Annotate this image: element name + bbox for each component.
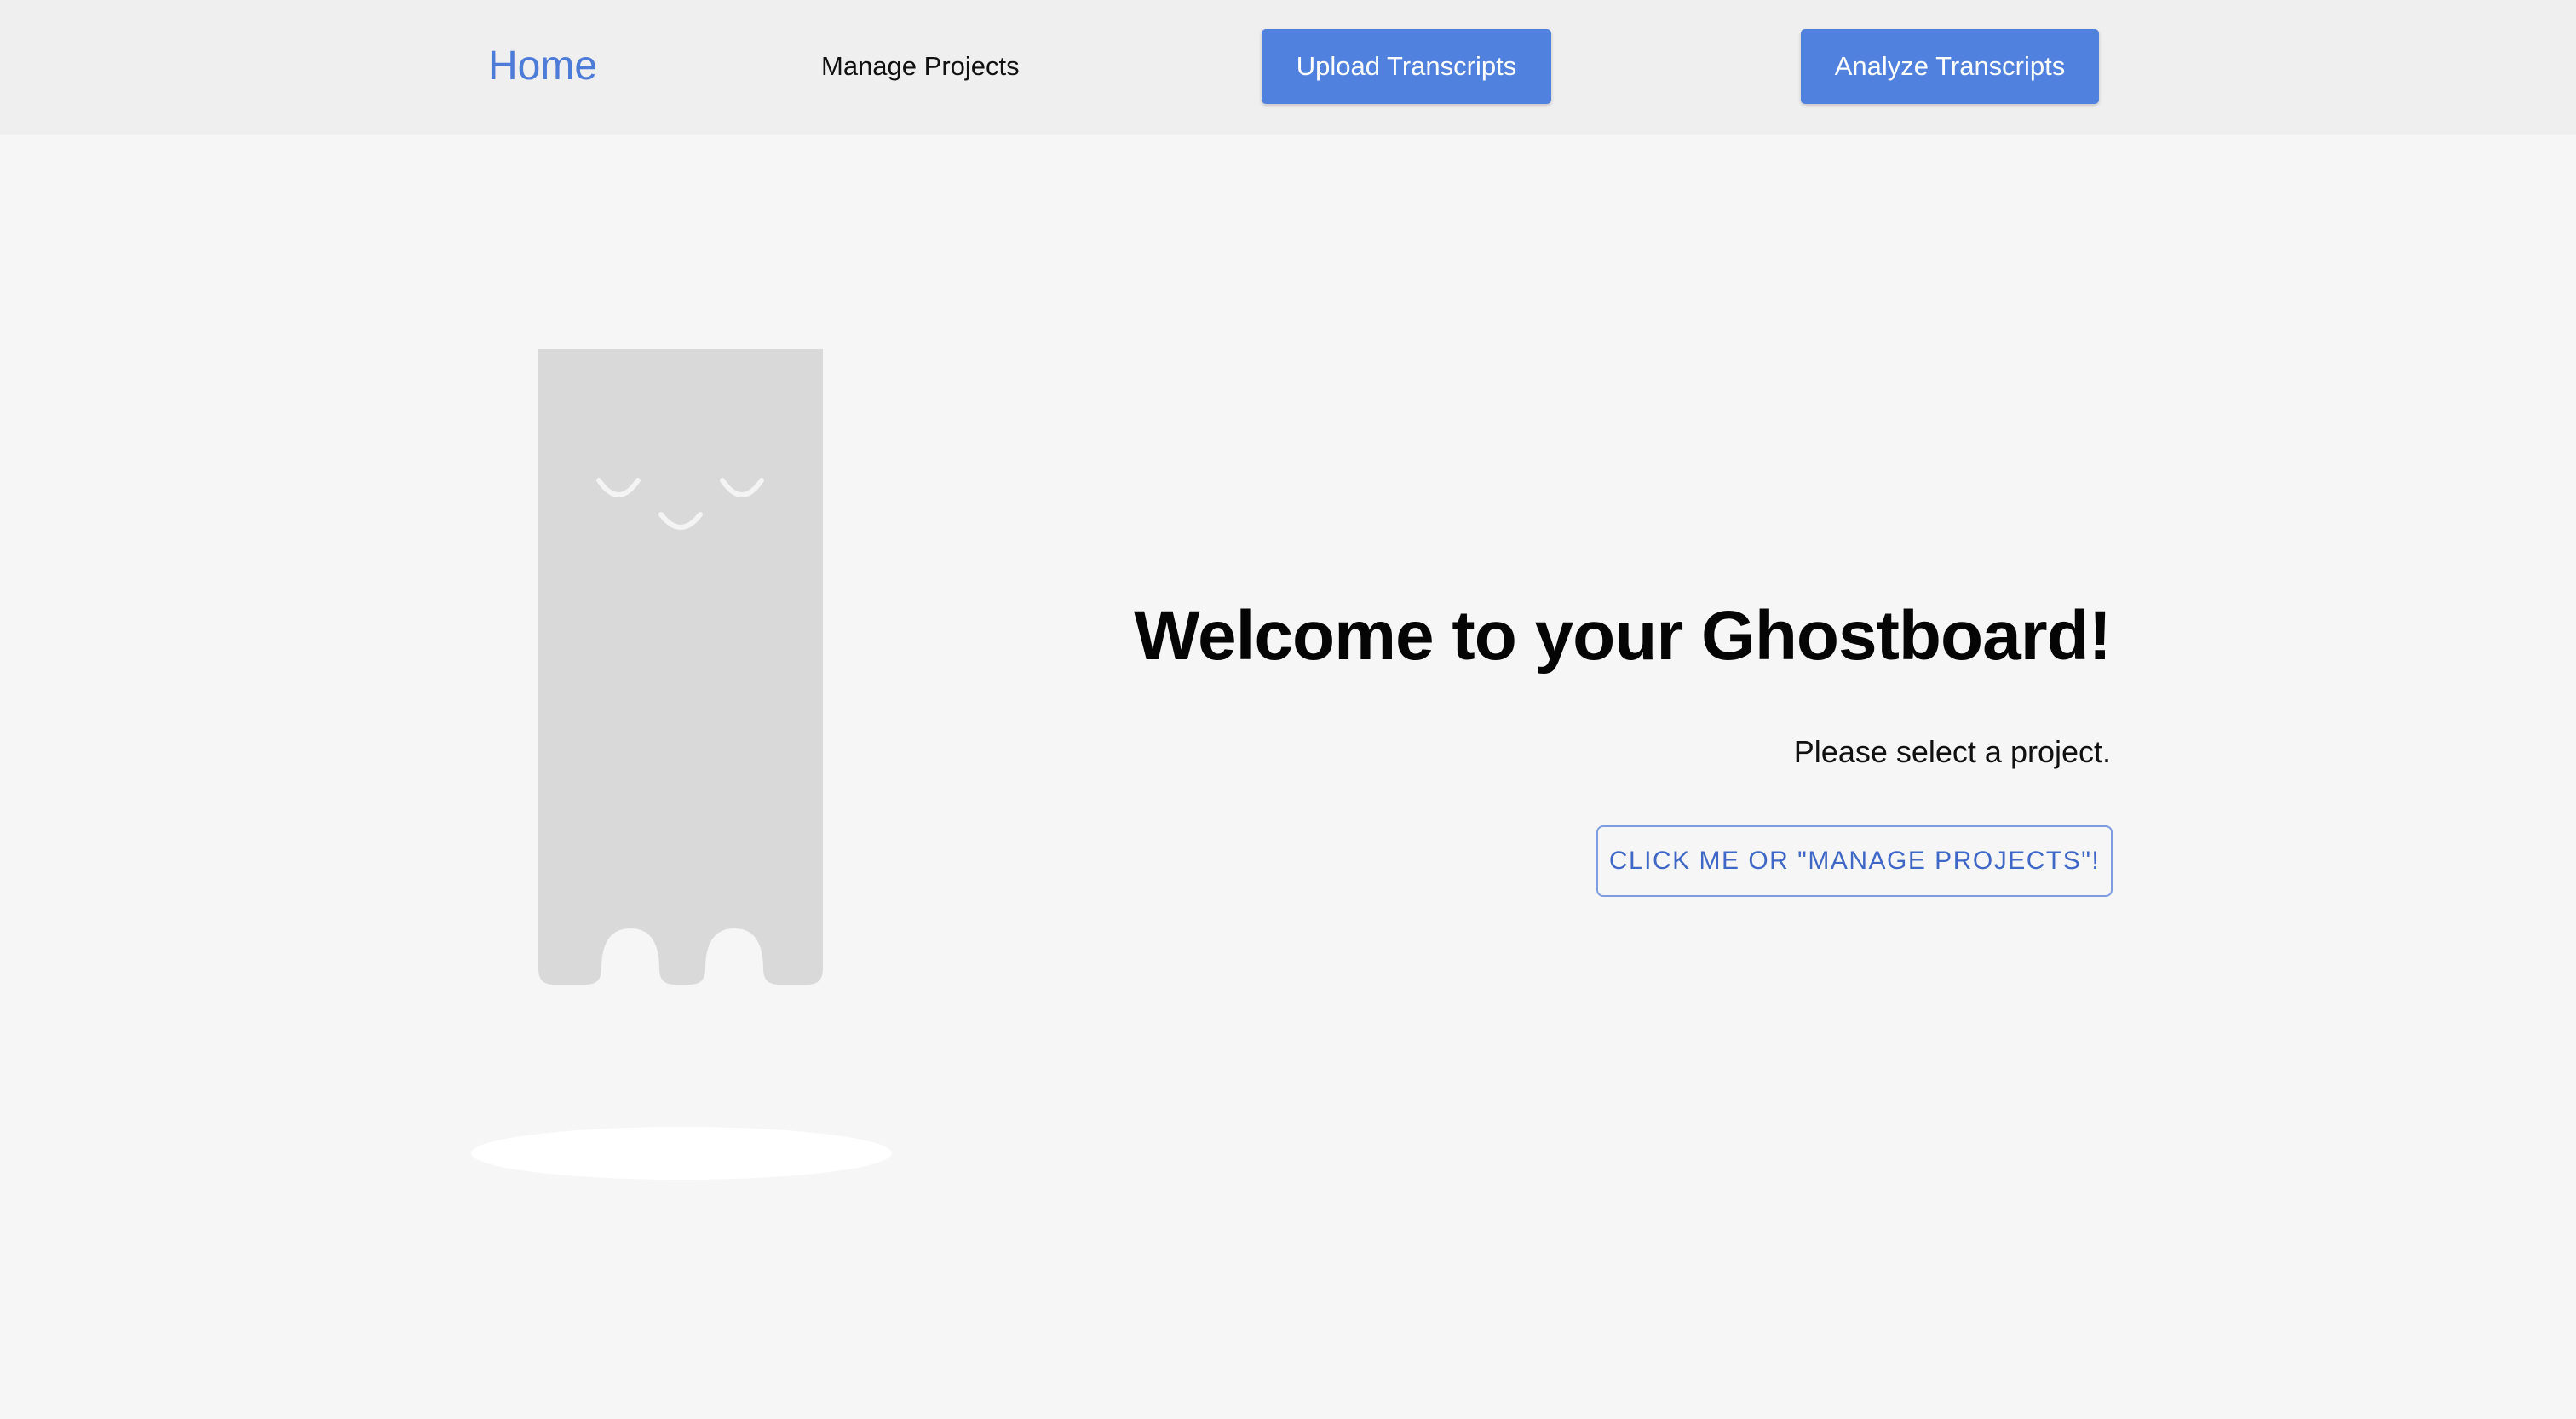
upload-transcripts-button[interactable]: Upload Transcripts bbox=[1262, 29, 1551, 104]
analyze-transcripts-button[interactable]: Analyze Transcripts bbox=[1801, 29, 2099, 104]
page-subtitle: Please select a project. bbox=[1793, 734, 2111, 769]
ghost-shadow bbox=[471, 1127, 892, 1180]
nav-home-link[interactable]: Home bbox=[488, 34, 597, 99]
manage-projects-cta-button[interactable]: CLICK ME OR "MANAGE PROJECTS"! bbox=[1596, 825, 2113, 897]
page-title: Welcome to your Ghostboard! bbox=[1134, 597, 2112, 675]
nav-manage-projects-link[interactable]: Manage Projects bbox=[821, 34, 1020, 99]
ghost-body bbox=[538, 349, 823, 985]
ghost-icon bbox=[471, 349, 892, 1180]
top-navbar: Home Manage Projects Upload Transcripts … bbox=[0, 0, 2576, 135]
ghost-illustration bbox=[451, 349, 911, 1192]
